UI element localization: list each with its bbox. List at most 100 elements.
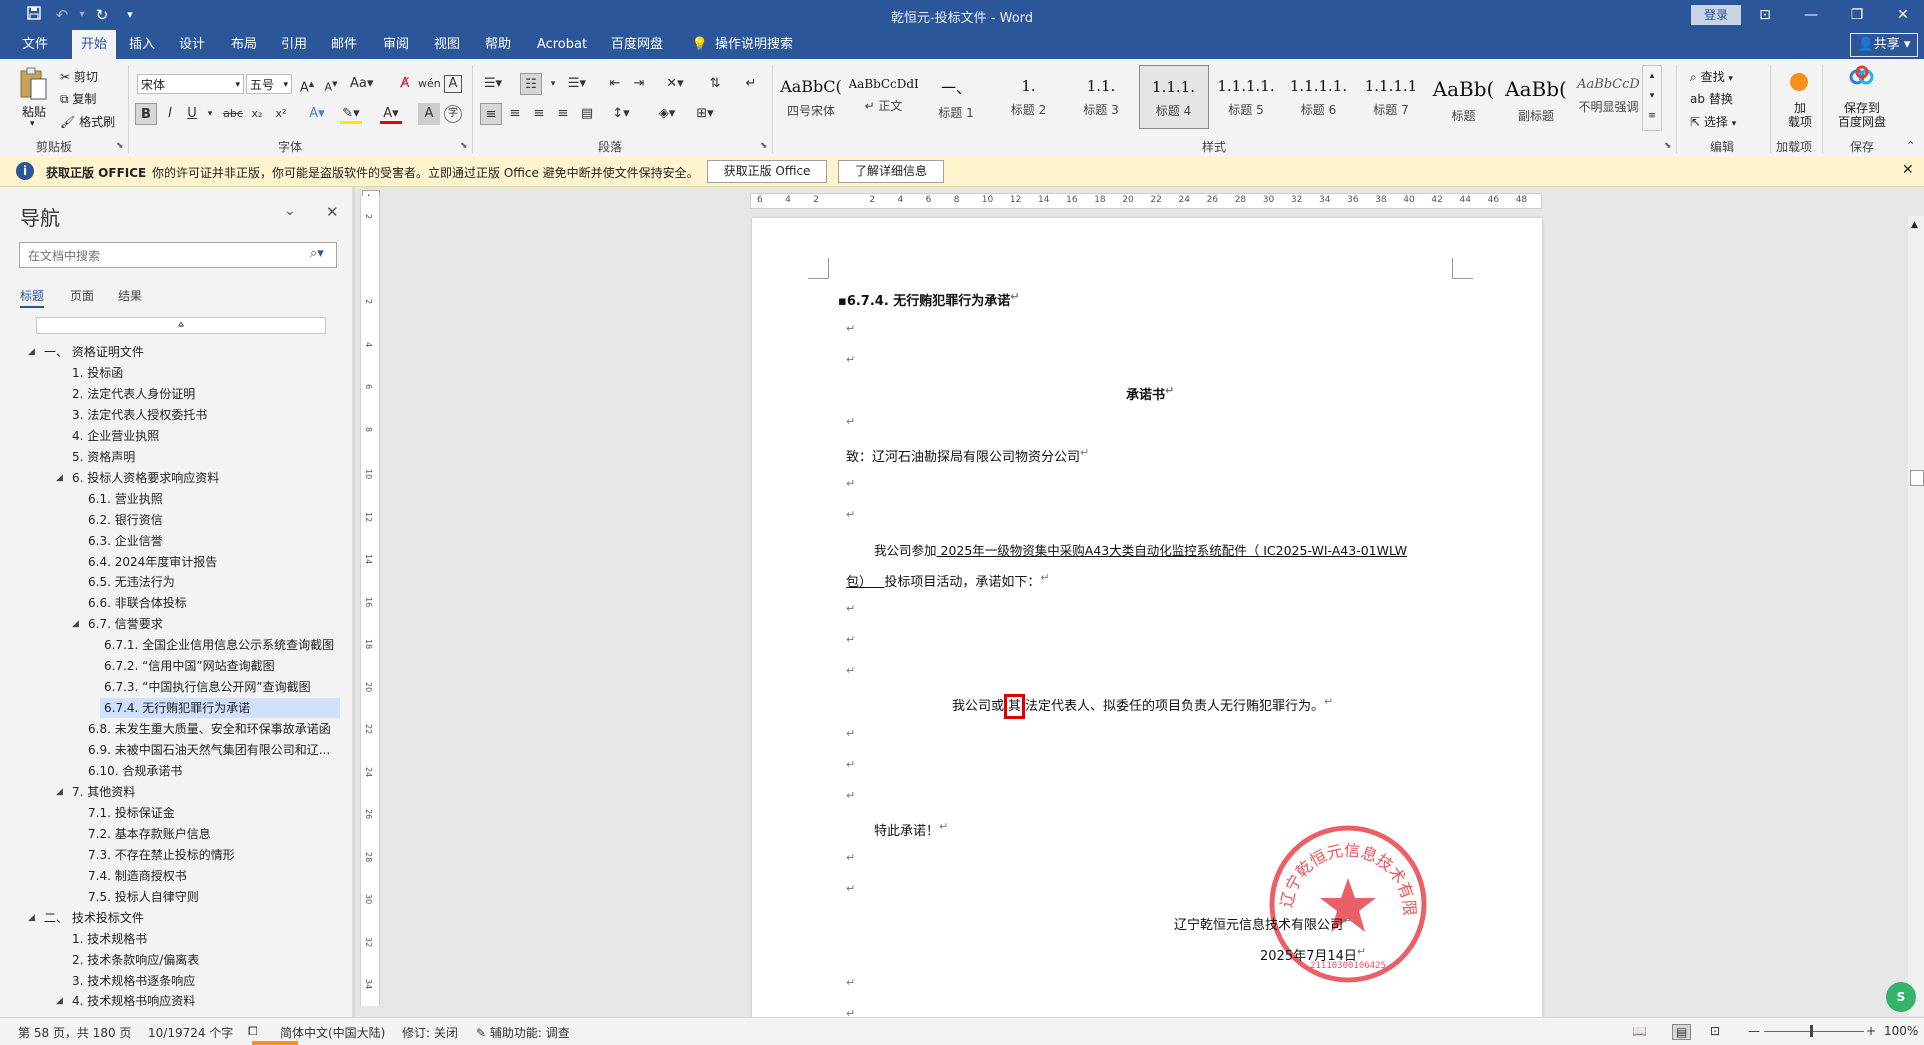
ribbon-display-options-icon[interactable]: ⊡: [1750, 4, 1780, 26]
nav-options-icon[interactable]: ⌄: [284, 203, 296, 219]
share-button[interactable]: 👤共享 ▾: [1850, 33, 1918, 57]
scroll-up-icon[interactable]: ▲: [1911, 220, 1918, 230]
accessibility-status[interactable]: ✎ 辅助功能: 调查: [476, 1024, 570, 1041]
nav-heading-item[interactable]: 1. 投标函: [68, 363, 123, 383]
borders-icon[interactable]: ⊞▾: [694, 103, 716, 125]
search-icon[interactable]: ⌕▾: [310, 246, 324, 261]
login-button[interactable]: 登录: [1691, 5, 1741, 25]
doc-para-1-cont[interactable]: 包） 投标项目活动，承诺如下： ↵: [846, 571, 1050, 590]
highlight-icon[interactable]: ✎▾: [340, 103, 362, 124]
font-launcher-icon[interactable]: ⬊: [460, 141, 468, 151]
tab-design[interactable]: 设计: [170, 30, 214, 59]
style-item[interactable]: 一、 标题 1: [921, 65, 991, 129]
doc-para-1[interactable]: 我公司参加 2025年一级物资集中采购A43大类自动化监控系统配件（ IC202…: [874, 540, 1407, 559]
page-count[interactable]: 第 58 页，共 180 页: [18, 1024, 131, 1041]
change-case-icon[interactable]: Aa▾: [350, 73, 373, 95]
nav-heading-item[interactable]: 6. 投标人资格要求响应资料: [68, 468, 219, 488]
style-item[interactable]: AaBb(副标题: [1501, 65, 1571, 129]
nav-heading-item[interactable]: 6.7. 信誉要求: [84, 614, 163, 634]
styles-launcher-icon[interactable]: ⬊: [1664, 141, 1672, 151]
distributed-button[interactable]: ▤: [576, 103, 598, 125]
font-color-icon[interactable]: A▾: [380, 103, 402, 124]
decrease-indent-icon[interactable]: ⇤: [604, 73, 626, 95]
collapse-triangle-icon[interactable]: ◢: [56, 996, 63, 1006]
cut-button[interactable]: ✂ 剪切: [60, 68, 98, 85]
styles-scroll[interactable]: ▴ ▾ ≡: [1642, 65, 1662, 131]
font-size-select[interactable]: 五号 ▾: [246, 74, 292, 94]
tab-references[interactable]: 引用: [272, 30, 316, 59]
doc-recipient[interactable]: 致：辽河石油勘探局有限公司物资分公司 ↵: [846, 446, 1089, 465]
align-left-button[interactable]: ≡: [480, 103, 502, 125]
nav-heading-item[interactable]: 6.3. 企业信誉: [84, 531, 163, 551]
nav-search-input[interactable]: [26, 243, 300, 269]
nav-heading-item[interactable]: 一、 资格证明文件: [40, 342, 144, 362]
copy-button[interactable]: ⧉ 复制: [60, 90, 96, 107]
close-button[interactable]: ✕: [1888, 4, 1918, 26]
sort-icon[interactable]: ⇅: [704, 73, 726, 95]
align-right-button[interactable]: ≡: [528, 103, 550, 125]
web-layout-icon[interactable]: ⊡: [1710, 1024, 1720, 1038]
nav-heading-item[interactable]: 3. 法定代表人授权委托书: [68, 405, 207, 425]
nav-tab-pages[interactable]: 页面: [70, 287, 94, 304]
italic-button[interactable]: I: [159, 103, 181, 125]
nav-heading-item[interactable]: 2. 法定代表人身份证明: [68, 384, 195, 404]
nav-heading-item[interactable]: 7. 其他资料: [68, 782, 135, 802]
scroll-thumb[interactable]: [1910, 470, 1924, 486]
document-page[interactable]: ▪6.7.4. 无行贿犯罪行为承诺 ↵ ↵ ↵ 承诺书 ↵ ↵ 致：辽河石油勘探局有…: [752, 218, 1542, 1020]
paste-label[interactable]: 粘贴: [22, 103, 46, 120]
numbering-icon[interactable]: ☷: [520, 73, 542, 95]
style-item[interactable]: AaBbCcDdI ↵ 正文: [849, 65, 919, 129]
proofing-icon[interactable]: ⧠: [248, 1024, 258, 1039]
nav-heading-item[interactable]: 2. 技术条款响应/偏离表: [68, 950, 199, 970]
nav-heading-item[interactable]: 7.3. 不存在禁止投标的情形: [84, 845, 235, 865]
doc-heading[interactable]: ▪6.7.4. 无行贿犯罪行为承诺 ↵: [838, 290, 1020, 309]
shrink-font-icon[interactable]: A▼: [320, 73, 342, 95]
nav-heading-item[interactable]: 5. 资格声明: [68, 447, 135, 467]
nav-heading-item[interactable]: 7.4. 制造商授权书: [84, 866, 187, 886]
underline-dropdown-icon[interactable]: ▾: [199, 103, 221, 125]
nav-heading-item[interactable]: 7.1. 投标保证金: [84, 803, 175, 823]
style-item[interactable]: AaBb(标题: [1429, 65, 1499, 129]
tab-help[interactable]: 帮助: [476, 30, 520, 59]
align-center-button[interactable]: ≡: [504, 103, 526, 125]
nav-tab-headings[interactable]: 标题: [20, 287, 45, 308]
tab-review[interactable]: 审阅: [374, 30, 418, 59]
zoom-slider-thumb[interactable]: [1810, 1025, 1813, 1037]
collapse-ribbon-icon[interactable]: ⌃: [1906, 139, 1915, 152]
style-item[interactable]: AaBbC(四号宋体: [776, 65, 846, 129]
get-genuine-button[interactable]: 获取正版 Office: [707, 160, 827, 183]
text-effects-icon[interactable]: A▾: [306, 103, 328, 125]
strikethrough-button[interactable]: abc: [222, 103, 244, 125]
justify-button[interactable]: ≡: [552, 103, 574, 125]
tab-view[interactable]: 视图: [425, 30, 469, 59]
nav-scroll-up[interactable]: ⩠: [36, 317, 326, 334]
save-to-baidu-button[interactable]: 保存到 百度网盘: [1834, 101, 1890, 129]
vertical-scrollbar[interactable]: ▲: [1908, 216, 1924, 1016]
font-name-select[interactable]: 宋体 ▾: [137, 74, 244, 94]
zoom-in-button[interactable]: +: [1866, 1024, 1876, 1038]
style-item[interactable]: 1.1.1.1. 标题 5: [1211, 65, 1281, 129]
tab-home[interactable]: 开始: [72, 30, 116, 59]
nav-heading-item[interactable]: 6.7.3. “中国执行信息公开网”查询截图: [100, 677, 311, 697]
clear-format-icon[interactable]: A̸: [394, 73, 416, 95]
paste-dropdown-icon[interactable]: ▾: [30, 119, 35, 129]
collapse-triangle-icon[interactable]: ◢: [28, 347, 35, 357]
bold-button[interactable]: B: [135, 103, 157, 125]
phonetic-guide-icon[interactable]: wén: [418, 73, 441, 95]
nav-heading-item[interactable]: 4. 企业营业执照: [68, 426, 159, 446]
doc-pledge[interactable]: 我公司或其法定代表人、拟委任的项目负责人无行贿犯罪行为。 ↵: [952, 694, 1333, 719]
nav-heading-item[interactable]: 6.10. 合规承诺书: [84, 761, 182, 781]
bullets-icon[interactable]: ☰▾: [482, 73, 504, 95]
nav-close-icon[interactable]: ✕: [326, 203, 339, 221]
show-marks-icon[interactable]: ↵: [740, 73, 762, 95]
zoom-slider[interactable]: [1764, 1031, 1864, 1032]
collapse-triangle-icon[interactable]: ◢: [28, 913, 35, 923]
tab-acrobat[interactable]: Acrobat: [530, 30, 594, 59]
nav-heading-item[interactable]: 6.4. 2024年度审计报告: [84, 552, 217, 572]
nav-heading-item[interactable]: 3. 技术规格书逐条响应: [68, 971, 195, 991]
nav-heading-item[interactable]: 6.8. 未发生重大质量、安全和环保事故承诺函: [84, 719, 331, 739]
doc-title[interactable]: 承诺书 ↵: [1126, 384, 1174, 403]
nav-splitter[interactable]: [352, 187, 355, 1017]
numbering-dropdown-icon[interactable]: ▾: [542, 73, 564, 95]
clipboard-launcher-icon[interactable]: ⬊: [116, 141, 124, 151]
